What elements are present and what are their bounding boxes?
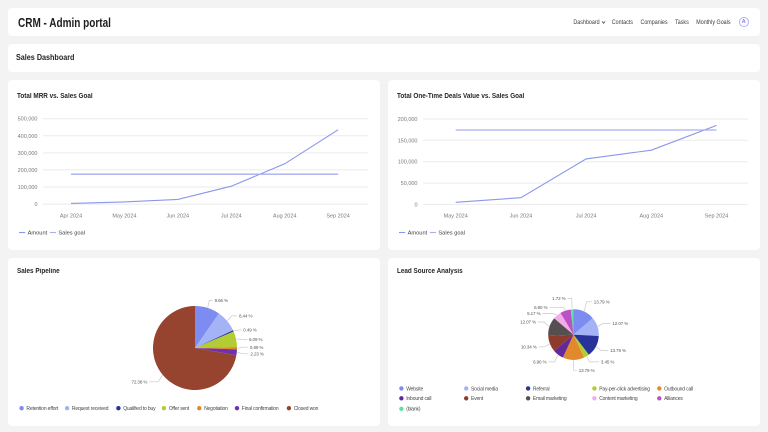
- svg-text:Qualified to buy: Qualified to buy: [123, 406, 156, 412]
- svg-text:200,000: 200,000: [18, 168, 38, 174]
- svg-text:Website: Website: [406, 386, 423, 392]
- svg-text:6.09 %: 6.09 %: [249, 337, 263, 342]
- svg-text:5.17 %: 5.17 %: [527, 311, 541, 316]
- svg-text:8.44 %: 8.44 %: [239, 314, 253, 319]
- svg-text:9.66 %: 9.66 %: [215, 298, 229, 303]
- svg-text:500,000: 500,000: [18, 117, 38, 123]
- svg-text:Event: Event: [471, 396, 484, 402]
- svg-text:50,000: 50,000: [401, 181, 418, 187]
- svg-text:Sales goal: Sales goal: [58, 231, 85, 237]
- svg-text:150,000: 150,000: [398, 138, 418, 144]
- svg-text:12.07 %: 12.07 %: [612, 321, 628, 326]
- svg-text:(blank): (blank): [406, 407, 421, 413]
- svg-text:10.34 %: 10.34 %: [521, 345, 537, 350]
- svg-text:Inbound call: Inbound call: [406, 396, 431, 402]
- svg-text:Retention effort: Retention effort: [26, 406, 58, 412]
- svg-text:0: 0: [34, 202, 37, 208]
- svg-text:Content marketing: Content marketing: [599, 396, 638, 402]
- svg-text:Final confirmation: Final confirmation: [242, 406, 279, 412]
- svg-text:1.72 %: 1.72 %: [552, 296, 566, 301]
- svg-text:6.90 %: 6.90 %: [534, 305, 548, 310]
- svg-text:3.45 %: 3.45 %: [601, 360, 615, 365]
- svg-text:Email marketing: Email marketing: [533, 396, 567, 402]
- svg-text:May 2024: May 2024: [444, 214, 468, 220]
- svg-text:300,000: 300,000: [18, 151, 38, 157]
- svg-text:12.07 %: 12.07 %: [520, 320, 536, 325]
- svg-text:Jul 2024: Jul 2024: [576, 214, 597, 220]
- svg-text:Jul 2024: Jul 2024: [221, 214, 242, 220]
- svg-text:0.89 %: 0.89 %: [250, 345, 264, 350]
- svg-text:Outbound call: Outbound call: [664, 386, 693, 392]
- svg-text:Sales goal: Sales goal: [438, 231, 465, 237]
- svg-text:400,000: 400,000: [18, 134, 38, 140]
- svg-text:Offer sent: Offer sent: [169, 406, 190, 412]
- svg-text:Aug 2024: Aug 2024: [273, 214, 297, 220]
- svg-text:Amount: Amount: [408, 231, 428, 237]
- svg-text:Negotiation: Negotiation: [204, 406, 228, 412]
- svg-text:May 2024: May 2024: [112, 214, 136, 220]
- svg-text:Jun 2024: Jun 2024: [510, 214, 533, 220]
- svg-text:Alliances: Alliances: [664, 396, 683, 402]
- svg-text:Amount: Amount: [28, 231, 48, 237]
- svg-text:Sep 2024: Sep 2024: [326, 214, 350, 220]
- svg-text:Sep 2024: Sep 2024: [705, 214, 729, 220]
- svg-text:200,000: 200,000: [398, 117, 418, 123]
- svg-text:Social media: Social media: [471, 386, 498, 392]
- svg-text:Closed won: Closed won: [294, 406, 319, 412]
- svg-text:Jun 2024: Jun 2024: [166, 214, 189, 220]
- svg-text:Referral: Referral: [533, 386, 550, 392]
- svg-text:13.79 %: 13.79 %: [579, 368, 595, 373]
- svg-text:100,000: 100,000: [398, 160, 418, 166]
- svg-text:Request received: Request received: [72, 406, 109, 412]
- svg-text:100,000: 100,000: [18, 185, 38, 191]
- svg-text:6.90 %: 6.90 %: [533, 360, 547, 365]
- svg-text:Pay-per-click advertising: Pay-per-click advertising: [599, 386, 650, 392]
- svg-text:72.38 %: 72.38 %: [131, 379, 147, 384]
- svg-text:Apr 2024: Apr 2024: [60, 214, 82, 220]
- svg-text:13.79 %: 13.79 %: [610, 348, 626, 353]
- svg-text:13.79 %: 13.79 %: [594, 299, 610, 304]
- svg-text:0.49 %: 0.49 %: [243, 328, 257, 333]
- svg-text:0: 0: [414, 202, 417, 208]
- svg-text:2.23 %: 2.23 %: [250, 351, 264, 356]
- svg-text:Aug 2024: Aug 2024: [640, 214, 664, 220]
